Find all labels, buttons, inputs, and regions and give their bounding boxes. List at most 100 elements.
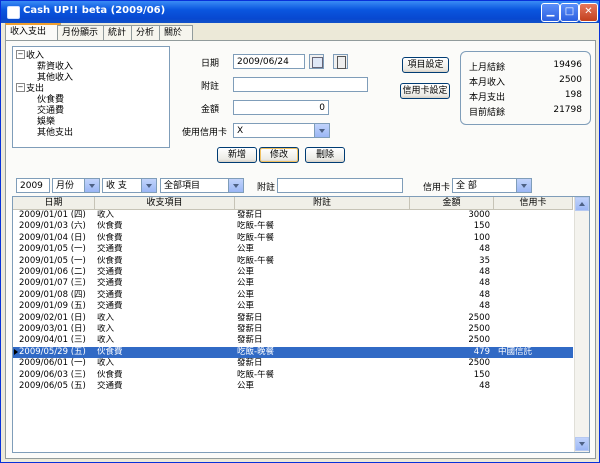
cell-category: 收入 — [97, 210, 115, 220]
maximize-button[interactable]: □ — [560, 3, 579, 22]
period-value: 月份 — [56, 181, 75, 191]
period-select[interactable]: 月份 — [52, 178, 100, 193]
cell-note: 公車 — [237, 381, 255, 391]
table-row[interactable]: 2009/05/29 (五) 伙食費 吃飯-晚餐 479 中國信託 — [13, 346, 573, 359]
amount-label: 金額 — [201, 105, 220, 115]
cell-date: 2009/06/01 (一) — [19, 358, 86, 369]
calendar-button[interactable] — [309, 54, 324, 69]
table-row[interactable]: 2009/01/04 (日) 伙食費 吃飯-午餐 100 — [13, 233, 573, 244]
table-row[interactable]: 2009/01/08 (四) 交通費 公車 48 — [13, 290, 573, 301]
cell-category: 交通費 — [97, 301, 123, 312]
close-button[interactable]: ✕ — [579, 3, 598, 22]
window-title: Cash UP!! beta (2009/06) — [23, 5, 166, 16]
cell-amount: 48 — [479, 301, 490, 312]
cell-note: 公車 — [237, 289, 255, 300]
cell-category: 交通費 — [97, 278, 123, 289]
cell-category: 伙食費 — [97, 221, 123, 232]
collapse-icon[interactable]: − — [16, 83, 25, 92]
tree-other-expense[interactable]: 其他支出 — [37, 125, 73, 138]
filter-card-select[interactable]: 全 部 — [452, 178, 532, 193]
cell-amount: 48 — [479, 289, 490, 300]
column-header-category[interactable]: 收支項目 — [95, 197, 235, 209]
column-header-credit-card[interactable]: 信用卡 — [494, 197, 573, 209]
table-row[interactable]: 2009/02/01 (日) 收入 發薪日 2500 — [13, 313, 573, 324]
chevron-down-icon[interactable] — [141, 179, 156, 192]
chevron-down-icon[interactable] — [84, 179, 99, 192]
table-row[interactable]: 2009/01/05 (一) 伙食費 吃飯-午餐 35 — [13, 256, 573, 267]
table-row[interactable]: 2009/04/01 (三) 收入 發薪日 2500 — [13, 335, 573, 346]
cell-note: 發薪日 — [237, 210, 263, 220]
cell-amount: 150 — [473, 221, 490, 232]
cell-note: 吃飯-午餐 — [237, 369, 275, 380]
category-select[interactable]: 全部項目 — [160, 178, 244, 193]
summary-value: 2500 — [559, 75, 582, 85]
vertical-scrollbar[interactable] — [574, 197, 589, 452]
table-row[interactable]: 2009/01/06 (二) 交通費 公車 48 — [13, 267, 573, 278]
cell-amount: 2500 — [468, 312, 490, 323]
cell-category: 交通費 — [97, 244, 123, 255]
income-expense-panel: − 收入 薪資收入 其他收入 − 支出 伙食費 交通費 娛樂 其他支出 日期 2… — [5, 40, 596, 459]
calculator-button[interactable] — [333, 54, 348, 69]
table-row[interactable]: 2009/06/03 (三) 伙食費 吃飯-午餐 150 — [13, 370, 573, 381]
minimize-button[interactable]: ▁ — [541, 3, 560, 22]
cell-amount: 2500 — [468, 358, 490, 369]
cell-category: 收入 — [97, 312, 115, 323]
table-row[interactable]: 2009/01/03 (六) 伙食費 吃飯-午餐 150 — [13, 221, 573, 232]
category-value: 全部項目 — [164, 181, 201, 191]
filter-note-field[interactable] — [277, 178, 403, 193]
cell-amount: 48 — [479, 278, 490, 289]
add-button[interactable]: 新增 — [217, 147, 257, 163]
chevron-down-icon[interactable] — [228, 179, 243, 192]
table-row[interactable]: 2009/06/05 (五) 交通費 公車 48 — [13, 381, 573, 392]
cell-note: 吃飯-晚餐 — [237, 346, 275, 357]
scroll-up-icon[interactable] — [575, 197, 589, 211]
table-row[interactable]: 2009/01/07 (三) 交通費 公車 48 — [13, 278, 573, 289]
cell-amount: 48 — [479, 244, 490, 255]
year-field[interactable]: 2009 — [16, 178, 50, 193]
cell-credit-card — [498, 278, 571, 289]
table-row[interactable]: 2009/01/01 (四) 收入 發薪日 3000 — [13, 210, 573, 221]
filter-note-label: 附註 — [257, 183, 276, 193]
note-label: 附註 — [201, 82, 220, 92]
chevron-down-icon[interactable] — [516, 179, 531, 192]
cell-category: 收入 — [97, 335, 115, 346]
amount-field[interactable]: 0 — [233, 100, 329, 115]
chevron-down-icon[interactable] — [314, 124, 329, 137]
summary-row: 目前結餘 21798 — [469, 105, 582, 118]
cell-category: 收入 — [97, 324, 115, 334]
credit-card-settings-button[interactable]: 信用卡設定 — [400, 83, 450, 99]
column-header-note[interactable]: 附註 — [235, 197, 410, 209]
cell-credit-card — [498, 301, 571, 312]
column-header-amount[interactable]: 金額 — [410, 197, 494, 209]
table-row[interactable]: 2009/06/01 (一) 收入 發薪日 2500 — [13, 358, 573, 369]
date-field[interactable]: 2009/06/24 — [233, 54, 305, 69]
cell-amount: 2500 — [468, 335, 490, 346]
cell-credit-card — [498, 290, 571, 301]
item-settings-button[interactable]: 項目設定 — [402, 57, 449, 73]
cell-date: 2009/01/05 (一) — [19, 255, 86, 266]
edit-button[interactable]: 修改 — [259, 147, 299, 163]
cell-date: 2009/01/03 (六) — [19, 221, 86, 232]
transaction-table[interactable]: 日期 收支項目 附註 金額 信用卡 2009/01/01 (四) 收入 發薪日 300… — [12, 196, 590, 453]
table-row[interactable]: 2009/01/05 (一) 交通費 公車 48 — [13, 244, 573, 255]
summary-label: 上月結餘 — [469, 63, 506, 73]
calendar-icon — [312, 57, 323, 68]
column-header-date[interactable]: 日期 — [13, 197, 95, 209]
delete-button[interactable]: 刪除 — [305, 147, 345, 163]
cell-credit-card: 中國信託 — [498, 346, 533, 357]
note-field[interactable] — [233, 77, 368, 92]
table-row[interactable]: 2009/01/09 (五) 交通費 公車 48 — [13, 301, 573, 312]
type-select[interactable]: 收 支 — [102, 178, 157, 193]
category-tree[interactable]: − 收入 薪資收入 其他收入 − 支出 伙食費 交通費 娛樂 其他支出 — [12, 46, 170, 148]
collapse-icon[interactable]: − — [16, 50, 25, 59]
scroll-down-icon[interactable] — [575, 437, 589, 451]
cell-amount: 150 — [473, 369, 490, 380]
cell-category: 伙食費 — [97, 255, 123, 266]
cell-credit-card — [498, 370, 571, 381]
title-bar[interactable]: Cash UP!! beta (2009/06) ▁ □ ✕ — [1, 1, 599, 23]
table-row[interactable]: 2009/03/01 (日) 收入 發薪日 2500 — [13, 324, 573, 335]
cell-date: 2009/01/08 (四) — [19, 289, 86, 300]
cell-amount: 35 — [479, 255, 490, 266]
credit-card-select[interactable]: X — [233, 123, 330, 138]
tab-about[interactable]: 關於 — [159, 25, 193, 41]
